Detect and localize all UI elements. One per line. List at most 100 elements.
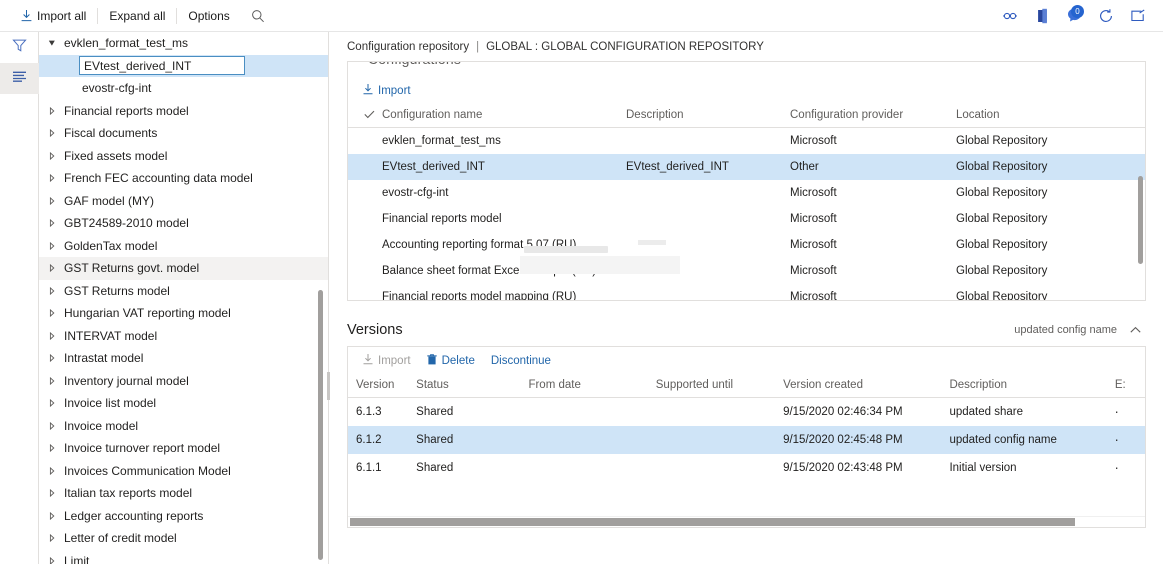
column-header-description[interactable]: Description (949, 374, 1115, 398)
chevron-collapsed-icon[interactable] (43, 241, 61, 250)
tree-vertical-scrollbar[interactable] (318, 290, 323, 560)
options-button[interactable]: Options (177, 0, 240, 32)
column-header-version[interactable]: Version (348, 374, 417, 398)
chevron-collapsed-icon[interactable] (43, 489, 61, 498)
chevron-collapsed-icon[interactable] (43, 309, 61, 318)
chevron-collapsed-icon[interactable] (43, 264, 61, 273)
configurations-row[interactable]: Balance sheet format Excel example (RU) M… (348, 258, 1145, 284)
configurations-vertical-scrollbar[interactable] (1138, 176, 1143, 264)
open-in-new-window-icon[interactable] (1123, 1, 1153, 31)
tree-item[interactable]: GST Returns govt. model (39, 257, 328, 280)
messages-icon[interactable]: 0 (1059, 1, 1089, 31)
chevron-collapsed-icon[interactable] (43, 106, 61, 115)
link-icon[interactable] (995, 1, 1025, 31)
configurations-row[interactable]: Accounting reporting format 5.07 (RU) Mic… (348, 232, 1145, 258)
tree-item[interactable]: Limit (39, 550, 328, 564)
office-apps-icon[interactable] (1027, 1, 1057, 31)
tree-item[interactable]: Intrastat model (39, 347, 328, 370)
chevron-collapsed-icon[interactable] (43, 534, 61, 543)
chevron-collapsed-icon[interactable] (43, 399, 61, 408)
chevron-collapsed-icon[interactable] (43, 466, 61, 475)
tree-item[interactable]: Ledger accounting reports (39, 505, 328, 528)
column-header-configuration-provider[interactable]: Configuration provider (790, 104, 956, 128)
chevron-collapsed-icon[interactable] (43, 556, 61, 564)
tree-item[interactable]: Financial reports model (39, 100, 328, 123)
tree-item-root[interactable]: evklen_format_test_ms (39, 32, 328, 55)
tree-item[interactable]: Invoice model (39, 415, 328, 438)
versions-import-button[interactable]: Import (356, 350, 418, 372)
search-button[interactable] (241, 0, 275, 32)
refresh-icon[interactable] (1091, 1, 1121, 31)
chevron-collapsed-icon[interactable] (43, 511, 61, 520)
tree-item[interactable]: Invoice list model (39, 392, 328, 415)
row-checkbox[interactable] (348, 154, 382, 180)
chevron-collapsed-icon[interactable] (43, 219, 61, 228)
chevron-collapsed-icon[interactable] (43, 421, 61, 430)
chevron-collapsed-icon[interactable] (43, 129, 61, 138)
tree-item[interactable]: French FEC accounting data model (39, 167, 328, 190)
versions-discontinue-button[interactable]: Discontinue (484, 350, 558, 372)
chevron-collapsed-icon[interactable] (43, 286, 61, 295)
chevron-collapsed-icon[interactable] (43, 354, 61, 363)
row-checkbox[interactable] (348, 258, 382, 284)
tree-item[interactable]: Invoice turnover report model (39, 437, 328, 460)
configurations-row[interactable]: evklen_format_test_ms Microsoft Global Rep… (348, 128, 1145, 155)
tree-item[interactable]: INTERVAT model (39, 325, 328, 348)
column-header-configuration-name[interactable]: Configuration name (382, 104, 626, 128)
column-header-description[interactable]: Description (626, 104, 790, 128)
column-header-location[interactable]: Location (956, 104, 1145, 128)
column-header-status[interactable]: Status (416, 374, 529, 398)
chevron-collapsed-icon[interactable] (43, 376, 61, 385)
tree-item[interactable]: GST Returns model (39, 280, 328, 303)
column-header-version-created[interactable]: Version created (783, 374, 950, 398)
tree-item-rename-input[interactable] (79, 56, 245, 76)
row-checkbox[interactable] (348, 128, 382, 155)
breadcrumb-page[interactable]: Configuration repository (347, 41, 469, 53)
tree-item[interactable]: GAF model (MY) (39, 190, 328, 213)
configurations-row[interactable]: EVtest_derived_INT EVtest_derived_INT Othe… (348, 154, 1145, 180)
tree-item[interactable]: evostr-cfg-int (39, 77, 328, 100)
tree-item[interactable]: Invoices Communication Model (39, 460, 328, 483)
column-header-extra[interactable]: E: (1114, 374, 1145, 398)
configurations-row[interactable]: evostr-cfg-int Microsoft Global Repository (348, 180, 1145, 206)
configurations-row[interactable]: Financial reports model mapping (RU) Micr… (348, 284, 1145, 300)
chevron-collapsed-icon[interactable] (43, 151, 61, 160)
chevron-expanded-icon[interactable] (43, 39, 61, 47)
tree-item-editing[interactable] (39, 54, 328, 77)
column-header-from-date[interactable]: From date (528, 374, 656, 398)
tree-item[interactable]: Letter of credit model (39, 527, 328, 550)
list-view-rail-button[interactable] (0, 63, 39, 94)
row-checkbox[interactable] (348, 232, 382, 258)
tree-item[interactable]: Italian tax reports model (39, 482, 328, 505)
row-checkbox[interactable] (348, 206, 382, 232)
tree-item[interactable]: Fixed assets model (39, 145, 328, 168)
versions-horizontal-scrollbar-thumb[interactable] (350, 518, 1075, 526)
versions-header[interactable]: Versions updated config name (347, 313, 1146, 347)
import-all-button[interactable]: Import all (10, 0, 97, 32)
configuration-tree-pane[interactable]: evklen_format_test_ms evostr-cfg-int Fina… (39, 32, 329, 564)
tree-item[interactable]: GBT24589-2010 model (39, 212, 328, 235)
tree-item[interactable]: Hungarian VAT reporting model (39, 302, 328, 325)
tree-item-label: Ledger accounting reports (64, 508, 204, 523)
filter-rail-button[interactable] (0, 32, 39, 63)
versions-row[interactable]: 6.1.2 Shared 9/15/2020 02:45:48 PM updated … (348, 426, 1145, 454)
select-all-checkbox[interactable] (348, 104, 382, 128)
versions-row[interactable]: 6.1.3 Shared 9/15/2020 02:46:34 PM updated … (348, 398, 1145, 427)
configurations-import-button[interactable]: Import (356, 80, 418, 102)
versions-row[interactable]: 6.1.1 Shared 9/15/2020 02:43:48 PM Initial … (348, 454, 1145, 482)
versions-delete-button[interactable]: Delete (420, 350, 482, 372)
chevron-collapsed-icon[interactable] (43, 444, 61, 453)
tree-item[interactable]: Fiscal documents (39, 122, 328, 145)
expand-all-button[interactable]: Expand all (98, 0, 176, 32)
tree-item[interactable]: GoldenTax model (39, 235, 328, 258)
row-checkbox[interactable] (348, 284, 382, 300)
row-checkbox[interactable] (348, 180, 382, 206)
configurations-row[interactable]: Financial reports model Microsoft Global R… (348, 206, 1145, 232)
chevron-collapsed-icon[interactable] (43, 331, 61, 340)
versions-horizontal-scrollbar[interactable] (348, 516, 1145, 527)
chevron-collapsed-icon[interactable] (43, 196, 61, 205)
chevron-collapsed-icon[interactable] (43, 174, 61, 183)
chevron-up-icon[interactable] (1127, 322, 1143, 338)
tree-item[interactable]: Inventory journal model (39, 370, 328, 393)
column-header-supported-until[interactable]: Supported until (655, 374, 784, 398)
